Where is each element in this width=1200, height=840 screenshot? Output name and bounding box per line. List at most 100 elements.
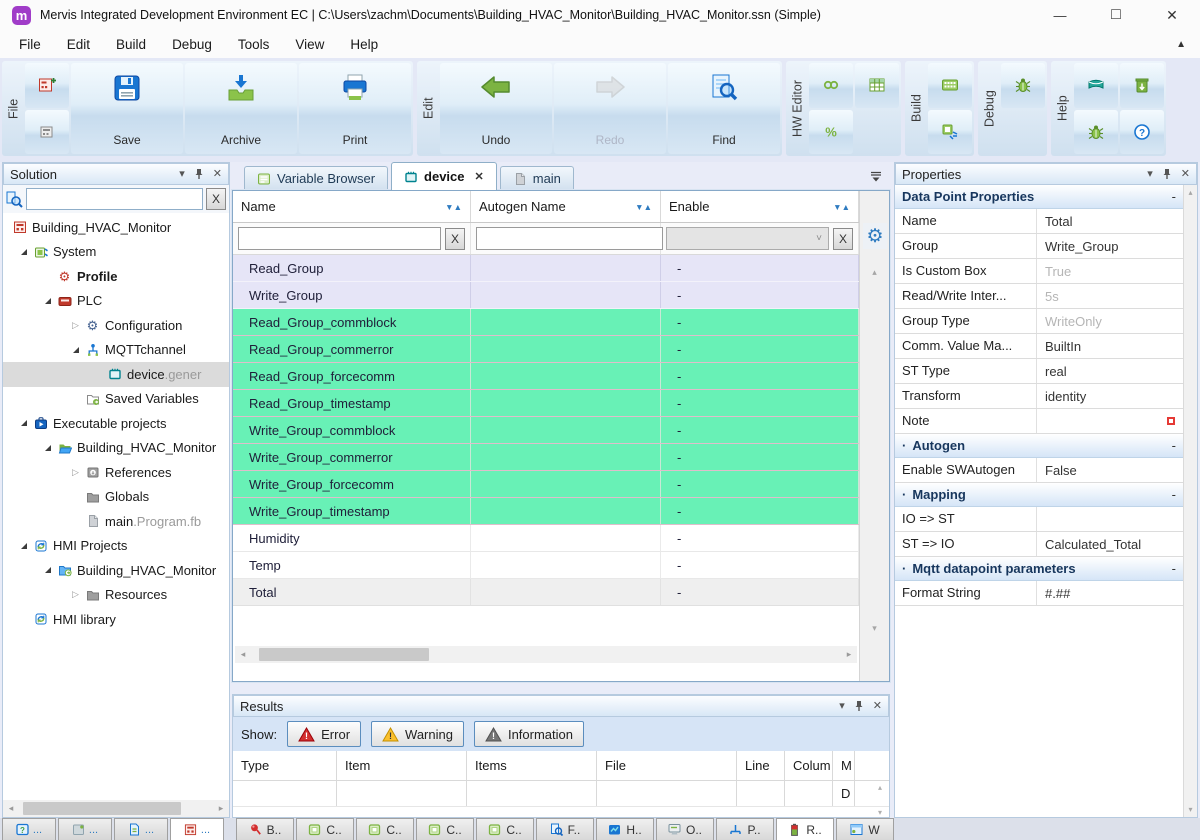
tab-main[interactable]: main: [500, 166, 574, 190]
tool-tab-p[interactable]: P..: [716, 818, 774, 840]
expander-open-icon[interactable]: [15, 543, 32, 549]
tree-item-hmi-library[interactable]: HMI library: [3, 607, 229, 632]
tree-item-building-hvac-monitor[interactable]: Building_HVAC_Monitor: [3, 215, 229, 240]
hw-link-button[interactable]: [809, 63, 853, 108]
menu-file[interactable]: File: [6, 33, 54, 56]
menu-view[interactable]: View: [282, 33, 337, 56]
property-row-st-type[interactable]: ST Typereal: [895, 359, 1183, 384]
scroll-down-icon[interactable]: ▾: [1184, 805, 1197, 814]
scroll-left-icon[interactable]: ◂: [3, 803, 19, 814]
name-filter-clear-button[interactable]: X: [445, 228, 465, 250]
property-value[interactable]: [1037, 409, 1183, 433]
property-value[interactable]: False: [1037, 458, 1183, 482]
menu-build[interactable]: Build: [103, 33, 159, 56]
datapoint-row-read_group_timestamp[interactable]: Read_Group_timestamp-: [233, 390, 859, 417]
scroll-thumb[interactable]: [259, 648, 429, 661]
property-value[interactable]: Write_Group: [1037, 234, 1183, 258]
property-row-enable-swautogen[interactable]: Enable SWAutogenFalse: [895, 458, 1183, 483]
expander-open-icon[interactable]: [67, 347, 84, 353]
scroll-down-icon[interactable]: ▾: [860, 623, 889, 634]
tool-tab-o[interactable]: O..: [656, 818, 714, 840]
filter-error-button[interactable]: ! Error: [287, 721, 361, 747]
datapoint-row-temp[interactable]: Temp-: [233, 552, 859, 579]
tool-tab-c[interactable]: C..: [356, 818, 414, 840]
property-row-format-string[interactable]: Format String#.##: [895, 581, 1183, 606]
filter-warning-button[interactable]: ! Warning: [371, 721, 464, 747]
tab-close-icon[interactable]: ✕: [475, 170, 484, 183]
property-row-transform[interactable]: Transformidentity: [895, 384, 1183, 409]
tree-item-device[interactable]: device.gener: [3, 362, 229, 387]
property-section-mqtt-datapoint-parameters[interactable]: ·Mqtt datapoint parameters-: [895, 557, 1183, 581]
tree-item-building-hvac-monitor[interactable]: Building_HVAC_Monitor: [3, 436, 229, 461]
help-update-button[interactable]: [1120, 63, 1164, 108]
scroll-left-icon[interactable]: ◂: [235, 649, 251, 660]
tool-tab-h[interactable]: H..: [596, 818, 654, 840]
tool-tab-b[interactable]: B..: [236, 818, 294, 840]
tree-item-references[interactable]: ▷References: [3, 460, 229, 485]
menu-help[interactable]: Help: [337, 33, 391, 56]
results-col-line[interactable]: Line: [737, 751, 785, 780]
new-solution-button[interactable]: [25, 63, 69, 108]
tool-tab-c[interactable]: C..: [476, 818, 534, 840]
expander-closed-icon[interactable]: ▷: [67, 589, 84, 600]
section-collapse-icon[interactable]: -: [1172, 561, 1176, 576]
autogen-filter-input[interactable]: [476, 227, 663, 250]
tree-item-globals[interactable]: Globals: [3, 485, 229, 510]
property-value[interactable]: 5s: [1037, 284, 1183, 308]
column-header-enable[interactable]: Enable ▼▲: [661, 191, 859, 222]
tool-tab-dots[interactable]: ...: [58, 818, 112, 840]
expander-closed-icon[interactable]: ▷: [67, 467, 84, 478]
scroll-up-icon[interactable]: ▴: [878, 783, 882, 792]
tree-item-resources[interactable]: ▷Resources: [3, 583, 229, 608]
properties-close-icon[interactable]: ✕: [1181, 169, 1190, 180]
property-value[interactable]: WriteOnly: [1037, 309, 1183, 333]
property-row-io-st[interactable]: IO => ST: [895, 507, 1183, 532]
property-row-group-type[interactable]: Group TypeWriteOnly: [895, 309, 1183, 334]
help-docs-button[interactable]: [1074, 63, 1118, 108]
property-value[interactable]: identity: [1037, 384, 1183, 408]
sort-icons[interactable]: ▼▲: [635, 202, 652, 212]
tree-item-hmi-projects[interactable]: HMI Projects: [3, 534, 229, 559]
section-collapse-icon[interactable]: -: [1172, 438, 1176, 453]
tool-tab-r[interactable]: R..: [776, 818, 834, 840]
datapoint-row-write_group[interactable]: Write_Group-: [233, 282, 859, 309]
datapoint-row-write_group_timestamp[interactable]: Write_Group_timestamp-: [233, 498, 859, 525]
help-about-button[interactable]: ?: [1120, 110, 1164, 155]
help-report-bug-button[interactable]: [1074, 110, 1118, 155]
datapoint-row-humidity[interactable]: Humidity-: [233, 525, 859, 552]
results-menu-icon[interactable]: ▾: [839, 701, 845, 712]
filter-information-button[interactable]: ! Information: [474, 721, 584, 747]
datapoint-row-total[interactable]: Total-: [233, 579, 859, 606]
solution-menu-icon[interactable]: ▾: [179, 169, 185, 180]
property-value[interactable]: BuiltIn: [1037, 334, 1183, 358]
minimize-button[interactable]: —: [1032, 0, 1088, 30]
property-value[interactable]: real: [1037, 359, 1183, 383]
results-pin-icon[interactable]: [854, 700, 864, 712]
solution-search-input[interactable]: [26, 188, 203, 210]
property-row-note[interactable]: Note: [895, 409, 1183, 434]
property-value[interactable]: Calculated_Total: [1037, 532, 1183, 556]
tool-tab-dots[interactable]: ?...: [2, 818, 56, 840]
column-header-name[interactable]: Name ▼▲: [233, 191, 471, 222]
sort-icons[interactable]: ▼▲: [445, 202, 462, 212]
tool-tab-w[interactable]: W: [836, 818, 894, 840]
property-value[interactable]: Total: [1037, 209, 1183, 233]
scroll-right-icon[interactable]: ▸: [841, 649, 857, 660]
maximize-button[interactable]: □: [1088, 0, 1144, 30]
tree-item-saved-variables[interactable]: Saved Variables: [3, 387, 229, 412]
datapoint-row-write_group_commblock[interactable]: Write_Group_commblock-: [233, 417, 859, 444]
tree-item-plc[interactable]: PLC: [3, 289, 229, 314]
name-filter-input[interactable]: [238, 227, 441, 250]
find-button[interactable]: Find: [668, 63, 780, 154]
datapoint-row-read_group_commblock[interactable]: Read_Group_commblock-: [233, 309, 859, 336]
tree-item-system[interactable]: System: [3, 240, 229, 265]
debug-start-button[interactable]: [1001, 63, 1045, 108]
properties-menu-icon[interactable]: ▾: [1147, 169, 1153, 180]
tab-list-icon[interactable]: [870, 171, 882, 182]
tree-item-main[interactable]: main.Program.fb: [3, 509, 229, 534]
results-col-type[interactable]: Type: [233, 751, 337, 780]
results-col-m[interactable]: M: [833, 751, 855, 780]
solution-close-icon[interactable]: ✕: [213, 169, 222, 180]
results-close-icon[interactable]: ✕: [873, 701, 882, 712]
tree-item-building-hvac-monitor[interactable]: Building_HVAC_Monitor: [3, 558, 229, 583]
